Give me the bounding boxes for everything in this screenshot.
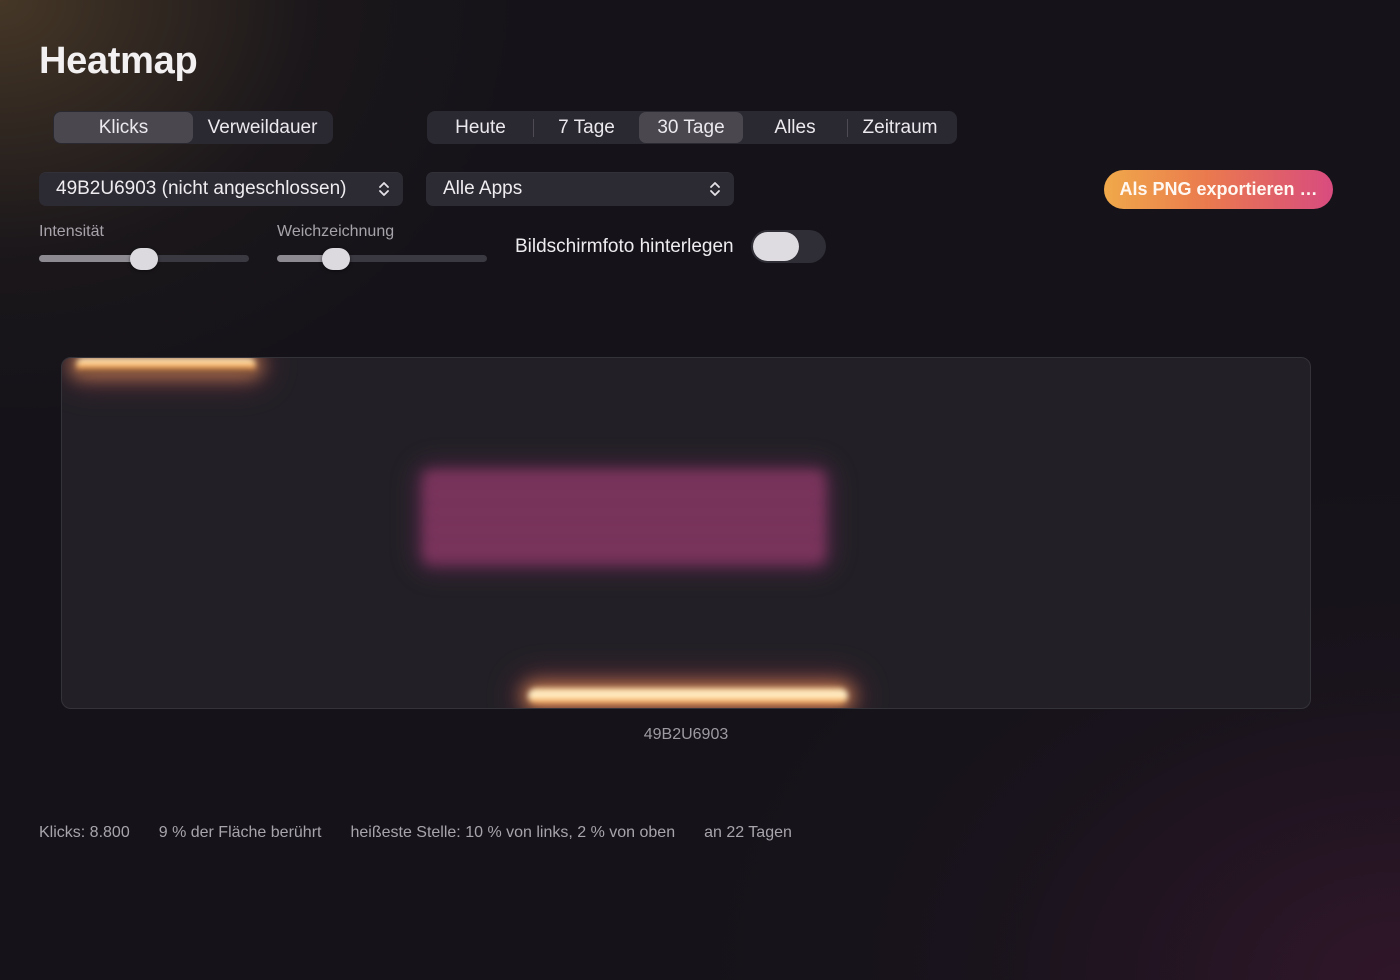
intensity-label: Intensität <box>39 223 104 240</box>
intensity-slider[interactable] <box>39 248 249 270</box>
stat-days: an 22 Tagen <box>704 824 792 841</box>
blur-slider[interactable] <box>277 248 487 270</box>
app-select-value: Alle Apps <box>443 178 523 199</box>
heat-hotspot-top <box>76 358 256 372</box>
tab-klicks[interactable]: Klicks <box>54 112 193 143</box>
heatmap-canvas <box>61 357 1311 709</box>
chevron-updown-icon <box>710 182 720 196</box>
app-select[interactable]: Alle Apps <box>426 172 734 206</box>
tab-zeitraum[interactable]: Zeitraum <box>848 112 952 143</box>
mode-segmented-control: Klicks Verweildauer <box>53 111 333 144</box>
tab-heute[interactable]: Heute <box>428 112 533 143</box>
stat-clicks: Klicks: 8.800 <box>39 824 130 841</box>
screenshot-toggle-label: Bildschirmfoto hinterlegen <box>515 236 734 257</box>
display-select[interactable]: 49B2U6903 (nicht angeschlossen) <box>39 172 403 206</box>
slider-fill <box>39 255 144 262</box>
chevron-updown-icon <box>379 182 389 196</box>
stat-hottest: heißeste Stelle: 10 % von links, 2 % von… <box>350 824 676 841</box>
screenshot-toggle[interactable] <box>751 230 826 263</box>
page-title: Heatmap <box>39 40 198 82</box>
tab-verweildauer[interactable]: Verweildauer <box>193 112 332 143</box>
display-select-value: 49B2U6903 (nicht angeschlossen) <box>56 178 347 199</box>
stats-bar: Klicks: 8.800 9 % der Fläche berührt hei… <box>39 824 792 842</box>
display-caption: 49B2U6903 <box>643 726 729 743</box>
heatmap-window: Heatmap Klicks Verweildauer Heute 7 Tage… <box>0 0 1400 980</box>
blur-label: Weichzeichnung <box>277 223 395 240</box>
slider-knob[interactable] <box>321 248 350 270</box>
toggle-knob <box>753 232 799 261</box>
heat-hotspot-bottom <box>528 688 848 704</box>
slider-knob[interactable] <box>130 248 158 270</box>
stat-area: 9 % der Fläche berührt <box>158 824 322 841</box>
range-segmented-control: Heute 7 Tage 30 Tage Alles Zeitraum <box>427 111 957 144</box>
tab-7-tage[interactable]: 7 Tage <box>534 112 639 143</box>
tab-30-tage[interactable]: 30 Tage <box>639 112 743 143</box>
heat-region-middle <box>422 470 826 565</box>
export-png-button[interactable]: Als PNG exportieren … <box>1104 170 1333 209</box>
tab-alles[interactable]: Alles <box>743 112 847 143</box>
